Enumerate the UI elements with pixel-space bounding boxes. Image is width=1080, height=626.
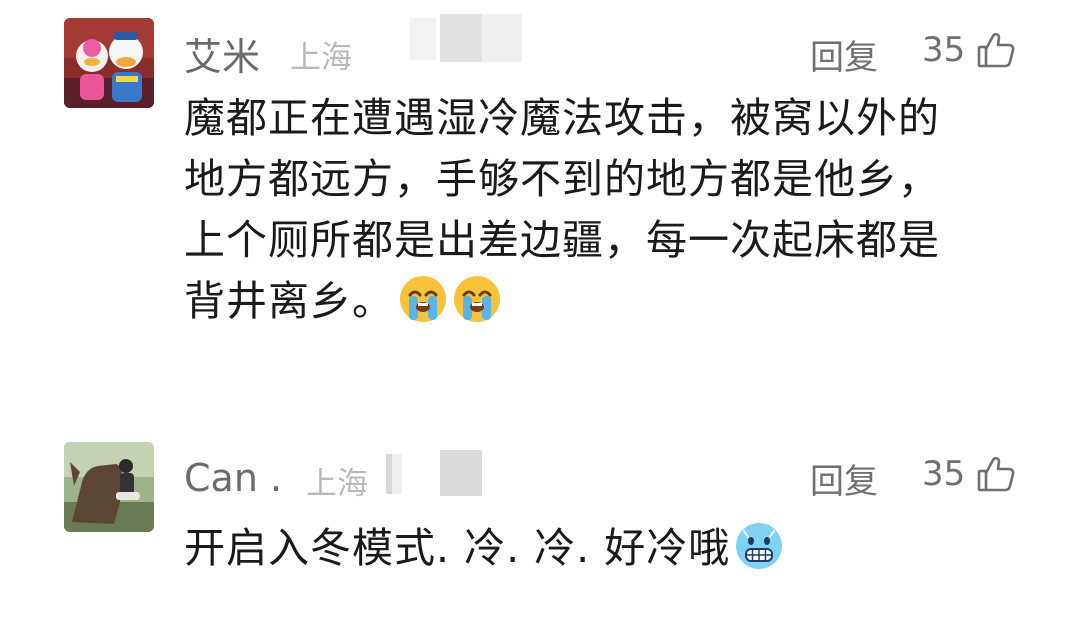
avatar[interactable] [64, 18, 154, 108]
comment-text: 开启入冬模式. 冷. 冷. 好冷哦 [184, 518, 1044, 579]
redacted-block [440, 450, 482, 496]
comment-line: 背井离乡。 [184, 271, 1044, 332]
like-count: 35 [922, 454, 966, 494]
comment-line-text: 开启入冬模式. 冷. 冷. 好冷哦 [184, 524, 731, 572]
redacted-block [410, 18, 436, 60]
username[interactable]: Can . [184, 456, 282, 500]
redacted-block [440, 14, 482, 62]
reply-button[interactable]: 回复 [810, 30, 878, 79]
comment-line: 地方都远方，手够不到的地方都是他乡， [184, 155, 940, 203]
location-label: 上海 [290, 40, 352, 76]
thumbs-up-icon[interactable] [976, 30, 1016, 70]
comment-line: 开启入冬模式. 冷. 冷. 好冷哦 [184, 518, 1044, 579]
comment-line: 上个厕所都是出差边疆，每一次起床都是 [184, 216, 940, 264]
avatar-image [64, 18, 154, 108]
comment-line: 魔都正在遭遇湿冷魔法攻击，被窝以外的 [184, 94, 940, 142]
username[interactable]: 艾米 [184, 26, 260, 81]
thumbs-up-icon[interactable] [976, 454, 1016, 494]
comment-line-text: 背井离乡。 [184, 277, 394, 325]
comment-item: Can . 上海 回复 35 开启入冬模式. 冷. 冷. 好冷哦 [0, 420, 1080, 626]
freezing-emoji-icon [736, 523, 783, 569]
comment-item: 艾米 上海 回复 35 魔都正在遭遇湿冷魔法攻击，被窝以外的 地方都远方，手够不… [0, 0, 1080, 400]
avatar[interactable] [64, 442, 154, 532]
like-count: 35 [922, 30, 966, 70]
redacted-block [392, 454, 402, 494]
comment-text: 魔都正在遭遇湿冷魔法攻击，被窝以外的 地方都远方，手够不到的地方都是他乡， 上个… [184, 88, 1044, 332]
crying-emoji-icon [400, 276, 446, 322]
location-label: 上海 [306, 466, 368, 502]
redacted-block [482, 14, 522, 62]
avatar-image [64, 442, 154, 532]
reply-button[interactable]: 回复 [810, 454, 878, 503]
crying-emoji-icon [454, 276, 500, 322]
